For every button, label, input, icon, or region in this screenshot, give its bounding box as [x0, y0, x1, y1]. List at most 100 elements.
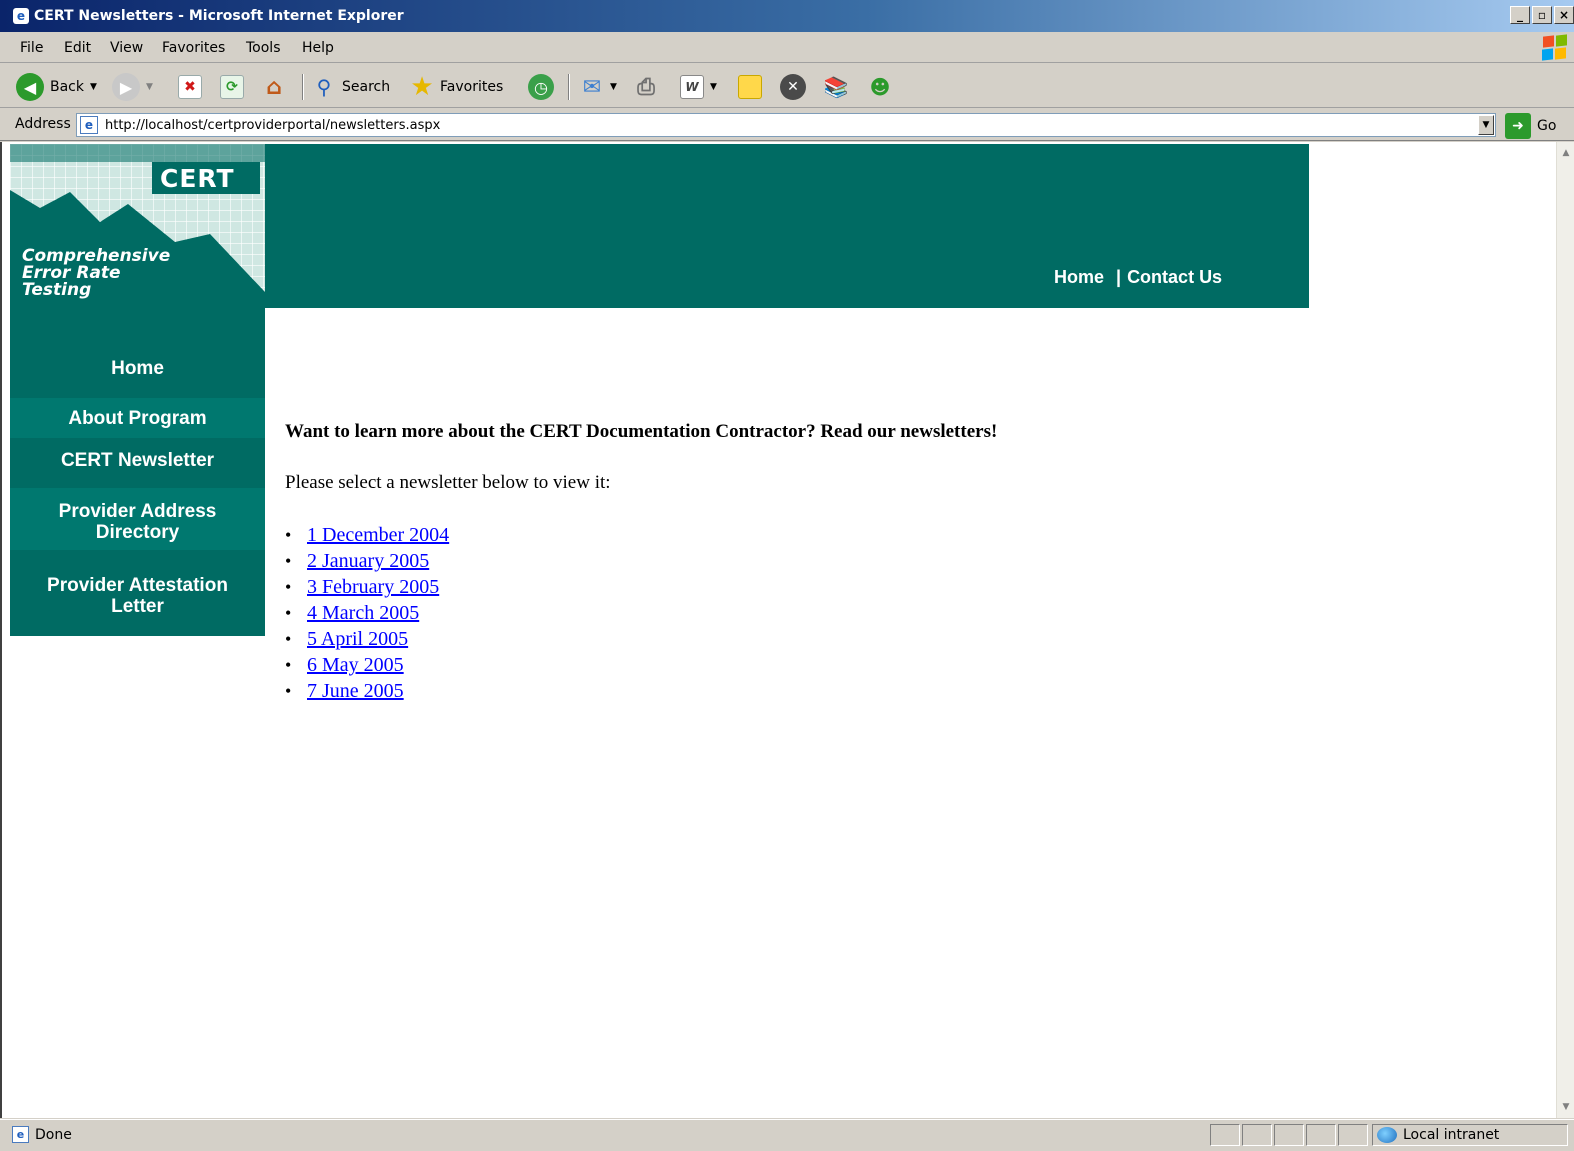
chevron-down-icon: ▼	[710, 82, 717, 92]
sidebar-item-about-program[interactable]: About Program	[10, 408, 265, 429]
close-button[interactable]: ×	[1554, 6, 1574, 24]
window-title: CERT Newsletters - Microsoft Internet Ex…	[34, 8, 404, 24]
sidebar-item-home[interactable]: Home	[10, 358, 265, 379]
list-item: 5 April 2005	[285, 626, 449, 652]
sidebar-item-cert-newsletter[interactable]: CERT Newsletter	[10, 450, 265, 471]
toolbar-separator	[302, 74, 304, 100]
edit-button[interactable]: W ▼	[680, 72, 717, 102]
zone-label: Local intranet	[1403, 1127, 1500, 1143]
sidebar-item-label: About Program	[68, 408, 207, 429]
top-nav: Home | Contact Us	[1054, 267, 1222, 288]
sidebar-item-label: Directory	[95, 522, 180, 543]
go-button[interactable]: ➜ Go	[1505, 113, 1556, 139]
search-icon: ⚲	[316, 75, 332, 99]
list-item: 2 January 2005	[285, 548, 449, 574]
logo-tagline: Comprehensive Error Rate Testing	[22, 248, 170, 299]
favorites-button[interactable]: ★ Favorites	[410, 72, 503, 102]
sidebar-item-provider-attestation-letter[interactable]: Provider Attestation Letter	[10, 575, 265, 617]
menu-view[interactable]: View	[110, 40, 143, 56]
list-item: 4 March 2005	[285, 600, 449, 626]
history-icon: ◷	[528, 74, 554, 100]
status-panel	[1242, 1124, 1272, 1146]
status-text: Done	[35, 1126, 72, 1143]
newsletter-link[interactable]: 3 February 2005	[307, 576, 439, 598]
refresh-icon: ⟳	[220, 75, 244, 99]
forward-arrow-icon: ▶	[112, 73, 140, 101]
top-nav-home-link[interactable]: Home	[1054, 267, 1104, 287]
menu-file[interactable]: File	[20, 40, 43, 56]
minimize-button[interactable]: _	[1510, 6, 1530, 24]
go-label: Go	[1537, 118, 1557, 134]
address-label: Address	[15, 116, 71, 132]
home-button[interactable]: ⌂	[262, 72, 286, 102]
status-panel	[1274, 1124, 1304, 1146]
menu-tools[interactable]: Tools	[246, 40, 281, 56]
newsletter-link[interactable]: 1 December 2004	[307, 524, 449, 546]
sidebar-item-provider-address-directory[interactable]: Provider Address Directory	[10, 501, 265, 543]
stop-button[interactable]: ✖	[178, 72, 202, 102]
address-url: http://localhost/certproviderportal/news…	[105, 118, 441, 133]
tagline-line: Testing	[22, 280, 92, 300]
site-header: CERT Comprehensive Error Rate Testing Ho…	[10, 144, 1309, 308]
sidebar-item-label: Provider Attestation	[47, 575, 228, 596]
newsletter-link[interactable]: 5 April 2005	[307, 628, 408, 650]
close-circle-icon: ✕	[780, 74, 806, 100]
print-button[interactable]: ⎙	[634, 72, 658, 102]
messenger-button[interactable]: ☻	[868, 72, 892, 102]
sidebar-item-label: Provider Address	[58, 501, 217, 522]
stop-icon: ✖	[178, 75, 202, 99]
intranet-globe-icon	[1377, 1127, 1397, 1143]
back-arrow-icon: ◀	[16, 73, 44, 101]
list-item: 6 May 2005	[285, 652, 449, 678]
newsletter-link[interactable]: 4 March 2005	[307, 602, 419, 624]
status-panel	[1338, 1124, 1368, 1146]
chevron-down-icon: ▼	[146, 82, 153, 92]
logo-cert-text: CERT	[160, 164, 235, 193]
menu-favorites[interactable]: Favorites	[162, 40, 225, 56]
menu-help[interactable]: Help	[302, 40, 334, 56]
research-icon: 📚	[823, 75, 849, 99]
newsletter-link[interactable]: 6 May 2005	[307, 654, 404, 676]
back-label: Back	[50, 79, 84, 95]
home-icon: ⌂	[266, 74, 282, 100]
chevron-down-icon: ▼	[90, 82, 97, 92]
address-input[interactable]: e http://localhost/certproviderportal/ne…	[76, 113, 1496, 137]
page-icon: e	[80, 116, 98, 134]
vertical-scrollbar[interactable]: ▲ ▼	[1556, 142, 1574, 1118]
status-panel	[1306, 1124, 1336, 1146]
cert-logo: CERT Comprehensive Error Rate Testing	[10, 144, 265, 308]
status-panel	[1210, 1124, 1240, 1146]
messenger-icon: ☻	[869, 75, 891, 99]
sidebar-item-label: Letter	[111, 596, 164, 617]
refresh-button[interactable]: ⟳	[220, 72, 244, 102]
newsletter-link[interactable]: 2 January 2005	[307, 550, 429, 572]
address-dropdown-button[interactable]: ▼	[1478, 115, 1494, 135]
restore-button[interactable]: ▫	[1532, 6, 1552, 24]
search-button[interactable]: ⚲ Search	[312, 72, 390, 102]
address-bar: Address e http://localhost/certproviderp…	[0, 109, 1574, 141]
list-item: 3 February 2005	[285, 574, 449, 600]
ie-logo-icon: e	[13, 8, 29, 24]
favorites-star-icon: ★	[410, 72, 434, 102]
forward-button[interactable]: ▶ ▼	[112, 72, 153, 102]
menu-edit[interactable]: Edit	[64, 40, 91, 56]
web-page: CERT Comprehensive Error Rate Testing Ho…	[10, 144, 1309, 1118]
scroll-up-arrow-icon[interactable]: ▲	[1559, 146, 1573, 160]
notes-button[interactable]	[738, 72, 762, 102]
history-button[interactable]: ◷	[528, 72, 554, 102]
windows-flag-icon	[1542, 34, 1568, 61]
list-item: 1 December 2004	[285, 522, 449, 548]
go-arrow-icon: ➜	[1505, 113, 1531, 139]
top-nav-contact-link[interactable]: Contact Us	[1127, 267, 1222, 287]
menu-bar: File Edit View Favorites Tools Help	[0, 33, 1574, 63]
back-button[interactable]: ◀ Back ▼	[16, 72, 97, 102]
scroll-down-arrow-icon[interactable]: ▼	[1559, 1100, 1573, 1114]
research-button[interactable]: 📚	[823, 72, 849, 102]
note-icon	[738, 75, 762, 99]
word-edit-icon: W	[680, 75, 704, 99]
mail-button[interactable]: ✉ ▼	[580, 72, 617, 102]
newsletter-link[interactable]: 7 June 2005	[307, 680, 404, 702]
search-label: Search	[342, 79, 391, 95]
messenger-close-button[interactable]: ✕	[780, 72, 806, 102]
mail-icon: ✉	[582, 74, 602, 100]
